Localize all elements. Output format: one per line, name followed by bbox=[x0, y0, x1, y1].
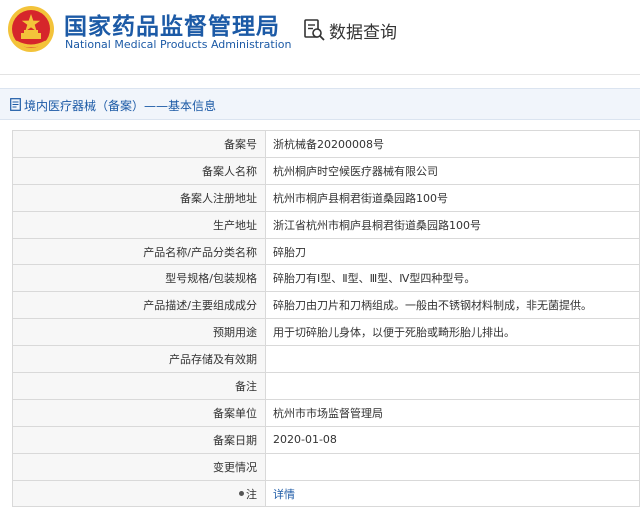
row-label: 生产地址 bbox=[12, 210, 266, 239]
row-label: 产品存储及有效期 bbox=[12, 345, 266, 374]
table-row: 备案号 浙杭械备20200008号 bbox=[12, 130, 640, 158]
detail-link[interactable]: 详情 bbox=[273, 488, 295, 501]
table-row: 生产地址 浙江省杭州市桐庐县桐君街道桑园路100号 bbox=[12, 210, 640, 239]
table-row: 产品存储及有效期 bbox=[12, 345, 640, 374]
row-value: 用于切碎胎儿身体，以便于死胎或畸形胎儿排出。 bbox=[265, 318, 640, 347]
table-row: 预期用途 用于切碎胎儿身体，以便于死胎或畸形胎儿排出。 bbox=[12, 318, 640, 347]
breadcrumb-text: 境内医疗器械（备案）——基本信息 bbox=[24, 99, 217, 113]
note-label: 注 bbox=[246, 487, 257, 501]
row-label: 备案单位 bbox=[12, 398, 266, 427]
row-label: 备案号 bbox=[12, 130, 266, 158]
site-header: 国家药品监督管理局 National Medical Products Admi… bbox=[0, 0, 640, 62]
table-row: 备案人名称 杭州桐庐时空候医疗器械有限公司 bbox=[12, 156, 640, 185]
row-label: 备案人名称 bbox=[12, 156, 266, 185]
row-value bbox=[265, 372, 640, 400]
data-query-link[interactable]: 数据查询 bbox=[329, 18, 397, 43]
note-bullet-icon bbox=[239, 491, 244, 497]
search-document-icon[interactable] bbox=[302, 18, 326, 42]
row-value: 2020-01-08 bbox=[265, 425, 640, 454]
row-value bbox=[265, 452, 640, 481]
table-row: 型号规格/包装规格 碎胎刀有Ⅰ型、Ⅱ型、Ⅲ型、Ⅳ型四种型号。 bbox=[12, 264, 640, 293]
table-row: 备案人注册地址 杭州市桐庐县桐君街道桑园路100号 bbox=[12, 183, 640, 212]
table-row: 备案单位 杭州市市场监督管理局 bbox=[12, 398, 640, 427]
row-value: 杭州市市场监督管理局 bbox=[265, 398, 640, 427]
document-icon bbox=[10, 98, 21, 111]
row-value: 浙江省杭州市桐庐县桐君街道桑园路100号 bbox=[265, 210, 640, 239]
site-subtitle: National Medical Products Administration bbox=[65, 38, 292, 51]
row-value: 浙杭械备20200008号 bbox=[265, 130, 640, 158]
row-label: 变更情况 bbox=[12, 452, 266, 481]
row-label: 备案人注册地址 bbox=[12, 183, 266, 212]
table-row: 变更情况 bbox=[12, 452, 640, 481]
table-row: 备注 bbox=[12, 372, 640, 400]
table-row: 产品描述/主要组成成分 碎胎刀由刀片和刀柄组成。一般由不锈钢材料制成，非无菌提供。 bbox=[12, 291, 640, 320]
row-label: 备案日期 bbox=[12, 425, 266, 454]
row-label: 型号规格/包装规格 bbox=[12, 264, 266, 293]
header-divider bbox=[0, 74, 640, 75]
breadcrumb: 境内医疗器械（备案）——基本信息 bbox=[0, 88, 640, 120]
table-row: 备案日期 2020-01-08 bbox=[12, 425, 640, 454]
note-value-cell: 详情 bbox=[265, 479, 640, 508]
row-value: 杭州市桐庐县桐君街道桑园路100号 bbox=[265, 183, 640, 212]
national-emblem-icon bbox=[8, 6, 54, 52]
record-detail-table: 备案号 浙杭械备20200008号 备案人名称 杭州桐庐时空候医疗器械有限公司 备案… bbox=[12, 130, 640, 508]
row-label: 备注 bbox=[12, 372, 266, 400]
site-title: 国家药品监督管理局 bbox=[64, 14, 280, 40]
row-value: 碎胎刀由刀片和刀柄组成。一般由不锈钢材料制成，非无菌提供。 bbox=[265, 291, 640, 320]
row-label: 预期用途 bbox=[12, 318, 266, 347]
row-label: 产品描述/主要组成成分 bbox=[12, 291, 266, 320]
table-row: 注 详情 bbox=[12, 479, 640, 508]
row-value bbox=[265, 345, 640, 374]
row-value: 杭州桐庐时空候医疗器械有限公司 bbox=[265, 156, 640, 185]
row-value: 碎胎刀 bbox=[265, 237, 640, 266]
note-label-cell: 注 bbox=[12, 479, 266, 508]
table-row: 产品名称/产品分类名称 碎胎刀 bbox=[12, 237, 640, 266]
row-label: 产品名称/产品分类名称 bbox=[12, 237, 266, 266]
row-value: 碎胎刀有Ⅰ型、Ⅱ型、Ⅲ型、Ⅳ型四种型号。 bbox=[265, 264, 640, 293]
